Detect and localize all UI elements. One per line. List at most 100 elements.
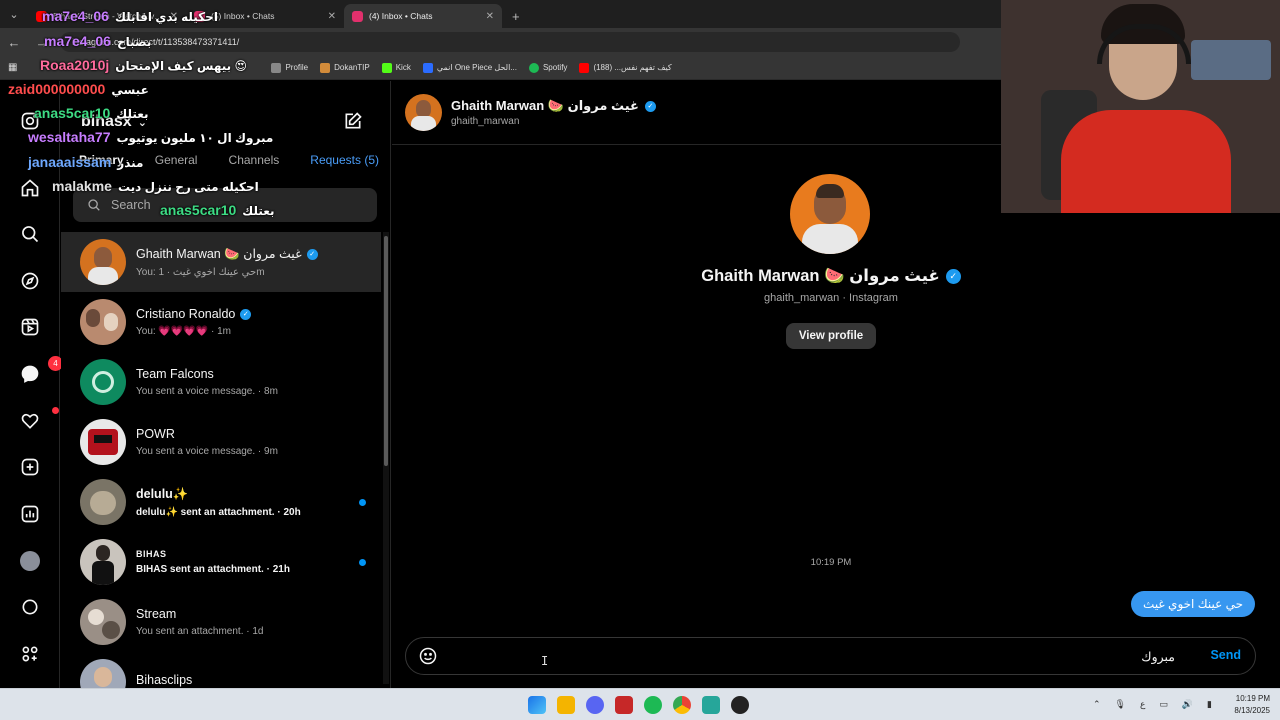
- microphone-icon[interactable]: 🎙: [1115, 699, 1126, 710]
- tab-title: BihasX Stream - Watch Live on: [53, 11, 164, 21]
- browser-tab-inbox-5[interactable]: (5) Inbox • Chats ✕: [186, 4, 344, 28]
- thread-row[interactable]: Bihasclips: [61, 652, 381, 688]
- thread-preview: You sent a voice message. · 8m: [136, 386, 278, 397]
- bookmark-label: Spotify: [542, 63, 568, 72]
- home-icon[interactable]: [18, 176, 42, 200]
- thread-row[interactable]: Cristiano Ronaldo ✓ You: 💗💗💗💗 · 1m: [61, 292, 381, 352]
- thread-info: Stream You sent an attachment. · 1d: [136, 607, 264, 637]
- heart-icon[interactable]: [18, 407, 59, 433]
- bookmark-dokantip[interactable]: DokanTIP: [320, 62, 370, 73]
- url-field[interactable]: instagram.com/direct/t/113538473371411/: [60, 32, 960, 52]
- bookmark-profile[interactable]: Profile: [271, 62, 309, 73]
- app-icon[interactable]: [702, 696, 720, 714]
- back-arrow-icon[interactable]: ←: [0, 35, 28, 50]
- bookmark-label: انمي One Piece الحل...: [436, 63, 517, 72]
- bookmark-label: DokanTIP: [334, 63, 370, 72]
- search-icon[interactable]: [18, 222, 42, 246]
- thread-name: delulu✨: [136, 486, 189, 501]
- thread-row[interactable]: Team Falcons You sent a voice message. ·…: [61, 352, 381, 412]
- browser-tab-stream[interactable]: BihasX Stream - Watch Live on ✕: [28, 4, 186, 28]
- file-explorer-icon[interactable]: [557, 696, 575, 714]
- verified-badge-icon: ✓: [644, 100, 656, 112]
- close-tab-icon[interactable]: ✕: [328, 11, 336, 22]
- instagram-logo-icon[interactable]: [18, 109, 42, 133]
- tab-search-icon[interactable]: ⌄: [0, 0, 28, 28]
- search-input[interactable]: Search: [73, 188, 377, 222]
- avatar: [80, 239, 126, 285]
- new-message-icon[interactable]: [343, 111, 365, 133]
- bookmark-one-piece[interactable]: انمي One Piece الحل...: [422, 62, 517, 73]
- thread-name: Bihasclips: [136, 672, 193, 687]
- network-icon[interactable]: ▭: [1159, 699, 1168, 710]
- message-composer: Send: [405, 637, 1256, 675]
- thread-info: Cristiano Ronaldo ✓ You: 💗💗💗💗 · 1m: [136, 307, 252, 337]
- discord-icon[interactable]: [586, 696, 604, 714]
- reels-icon[interactable]: [18, 315, 42, 339]
- tab-requests[interactable]: Requests (5): [310, 153, 379, 167]
- messenger-icon[interactable]: 4: [18, 356, 63, 386]
- profile-avatar[interactable]: [18, 549, 42, 573]
- search-icon: [88, 199, 100, 211]
- apps-grid-icon[interactable]: ▦: [8, 62, 17, 73]
- app-icon[interactable]: [615, 696, 633, 714]
- thread-row[interactable]: delulu✨ delulu✨ sent an attachment. · 20…: [61, 472, 381, 532]
- thread-list: Ghaith Marwan 🍉 غيث مروان ✓ You: حي عينك …: [61, 232, 381, 688]
- chat-avatar[interactable]: [405, 94, 442, 131]
- thread-preview: You: حي عينك اخوي غيث · 1m: [136, 267, 265, 278]
- volume-icon[interactable]: 🔊: [1182, 699, 1193, 710]
- input-language[interactable]: ع: [1140, 699, 1145, 710]
- new-tab-button[interactable]: +: [502, 9, 530, 28]
- battery-icon[interactable]: ▮: [1207, 699, 1212, 710]
- thread-row[interactable]: POWR You sent a voice message. · 9m: [61, 412, 381, 472]
- obs-icon[interactable]: [731, 696, 749, 714]
- bookmark-spotify[interactable]: Spotify: [528, 62, 568, 73]
- thread-name: Ghaith Marwan 🍉 غيث مروان ✓: [136, 246, 318, 262]
- message-timestamp: 10:19 PM: [810, 557, 852, 568]
- thread-name: Cristiano Ronaldo ✓: [136, 307, 252, 321]
- thread-row[interactable]: BIHAS BIHAS sent an attachment. · 21h: [61, 532, 381, 592]
- create-plus-icon[interactable]: [18, 455, 42, 479]
- spotify-icon[interactable]: [644, 696, 662, 714]
- browser-tab-inbox-4[interactable]: (4) Inbox • Chats ✕: [344, 4, 502, 28]
- taskbar-clock[interactable]: 10:19 PM 8/13/2025: [1234, 693, 1270, 717]
- avatar: [80, 599, 126, 645]
- thread-preview: You: 💗💗💗💗 · 1m: [136, 326, 232, 337]
- profile-avatar-large[interactable]: [790, 174, 870, 254]
- avatar: [80, 359, 126, 405]
- tab-primary[interactable]: Primary: [79, 153, 124, 167]
- windows-start-icon[interactable]: [528, 696, 546, 714]
- emoji-icon[interactable]: [418, 646, 438, 666]
- webcam-poster: [1191, 40, 1271, 80]
- bookmark-youtube-video[interactable]: كيف تفهم نفس... (188): [579, 62, 672, 73]
- more-apps-icon[interactable]: [18, 642, 42, 666]
- profile-name-text: Ghaith Marwan 🍉 غيث مروان: [701, 267, 940, 285]
- tab-channels[interactable]: Channels: [229, 153, 280, 167]
- chevron-down-icon: ⌄: [137, 116, 147, 129]
- close-tab-icon[interactable]: ✕: [170, 11, 178, 22]
- thread-row[interactable]: Ghaith Marwan 🍉 غيث مروان ✓ You: حي عينك …: [61, 232, 381, 292]
- bookmark-kick[interactable]: Kick: [381, 62, 411, 73]
- view-profile-button[interactable]: View profile: [786, 323, 876, 349]
- account-switcher[interactable]: bihasx ⌄: [81, 113, 147, 131]
- thread-row[interactable]: Stream You sent an attachment. · 1d: [61, 592, 381, 652]
- thread-preview: You sent an attachment. · 1d: [136, 626, 264, 637]
- youtube-icon: [36, 10, 47, 22]
- forward-arrow-icon[interactable]: →: [28, 35, 56, 50]
- chrome-icon[interactable]: [673, 696, 691, 714]
- send-button[interactable]: Send: [1210, 648, 1241, 662]
- bookmark-icon: [422, 62, 433, 73]
- thread-list-scrollbar[interactable]: [383, 232, 389, 684]
- explore-compass-icon[interactable]: [18, 269, 42, 293]
- chevron-up-icon[interactable]: ⌃: [1093, 699, 1101, 710]
- chat-contact-name[interactable]: Ghaith Marwan 🍉 غيث مروان ✓: [451, 98, 656, 114]
- tab-general[interactable]: General: [155, 153, 198, 167]
- threads-icon[interactable]: [18, 595, 42, 619]
- dashboard-icon[interactable]: [18, 502, 42, 526]
- close-tab-icon[interactable]: ✕: [486, 11, 494, 22]
- thread-info: Team Falcons You sent a voice message. ·…: [136, 367, 278, 397]
- scrollbar-thumb[interactable]: [384, 236, 388, 466]
- bookmark-label: Profile: [285, 63, 309, 72]
- thread-info: delulu✨ delulu✨ sent an attachment. · 20…: [136, 487, 301, 518]
- message-input[interactable]: [456, 646, 1175, 666]
- sent-message-bubble[interactable]: حي عينك اخوي غيث: [1131, 591, 1255, 617]
